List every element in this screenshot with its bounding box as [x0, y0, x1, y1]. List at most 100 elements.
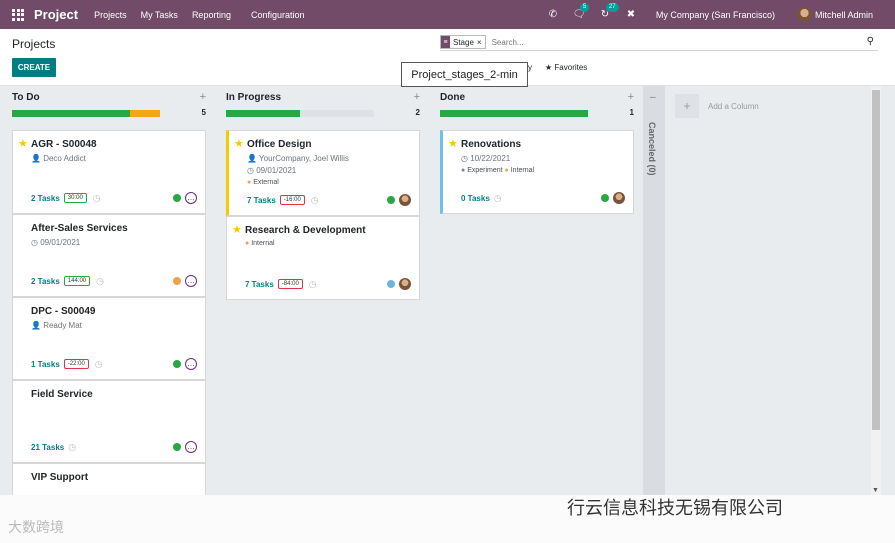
project-card[interactable]: After-Sales Services ◷ 09/01/2021 2 Task…: [12, 214, 206, 297]
top-navbar: Project Projects My Tasks Reporting Conf…: [0, 0, 895, 29]
tools-icon[interactable]: ✖: [624, 9, 638, 20]
search-input[interactable]: [491, 37, 792, 47]
status-dot[interactable]: [173, 277, 181, 285]
card-footer: 7 Tasks -16:00 ◷: [247, 194, 411, 206]
card-customer: 👤 YourCompany, Joel Willis: [247, 154, 349, 163]
user-avatar[interactable]: …: [185, 358, 197, 370]
vertical-scrollbar[interactable]: ▼: [871, 86, 881, 496]
add-column-label[interactable]: Add a Column: [708, 102, 759, 111]
group-by-icon: ≡: [441, 36, 450, 48]
clock-icon[interactable]: ◷: [95, 359, 103, 370]
user-avatar[interactable]: [399, 278, 411, 290]
status-dot[interactable]: [387, 196, 395, 204]
column-title[interactable]: To Do: [12, 92, 40, 103]
star-icon[interactable]: ★: [18, 137, 28, 150]
person-icon: 👤: [31, 154, 41, 163]
user-avatar[interactable]: …: [185, 192, 197, 204]
search-bar: ≡ Stage × ⚲: [440, 34, 878, 51]
clock-icon[interactable]: ◷: [309, 279, 317, 290]
systray: ✆ 🗨 5 ↻ 27 ✖ My Company (San Francisco) Mi…: [546, 0, 895, 29]
clock-icon[interactable]: ◷: [96, 276, 104, 287]
star-icon[interactable]: ★: [232, 223, 242, 236]
search-facet: ≡ Stage ×: [440, 35, 486, 49]
column-title[interactable]: Done: [440, 92, 465, 103]
card-customer: 👤 Deco Addict: [31, 154, 86, 163]
status-dot[interactable]: [173, 443, 181, 451]
status-dot[interactable]: [601, 194, 609, 202]
menu-reporting[interactable]: Reporting: [192, 10, 231, 20]
project-card[interactable]: ★ AGR - S00048 👤 Deco Addict 2 Tasks 30:…: [12, 130, 206, 214]
activity-icon[interactable]: ↻ 27: [598, 3, 619, 20]
chat-icon[interactable]: 🗨 5: [572, 3, 590, 20]
person-icon: 👤: [247, 154, 257, 163]
group-by-button[interactable]: y: [528, 63, 532, 72]
card-footer: 1 Tasks -22:00 ◷ …: [31, 358, 197, 370]
tasks-link[interactable]: 0 Tasks: [461, 194, 490, 203]
column-progress-bar[interactable]: [12, 110, 160, 117]
scroll-down-icon[interactable]: ▼: [872, 487, 879, 494]
favorites-button[interactable]: ★ Favorites: [545, 63, 587, 72]
plus-icon[interactable]: +: [675, 94, 699, 118]
tasks-link[interactable]: 21 Tasks: [31, 443, 64, 452]
create-button[interactable]: CREATE: [12, 58, 56, 77]
project-card[interactable]: ★ Renovations ◷ 10/22/2021 ● Experiment …: [440, 130, 634, 214]
add-column[interactable]: + Add a Column: [675, 94, 759, 118]
column-title[interactable]: In Progress: [226, 92, 281, 103]
menu-projects[interactable]: Projects: [94, 10, 127, 20]
column-progress-bar[interactable]: [440, 110, 588, 117]
star-icon[interactable]: ★: [234, 137, 244, 150]
menu-my-tasks[interactable]: My Tasks: [141, 10, 178, 20]
clock-icon[interactable]: ◷: [494, 193, 502, 204]
chat-badge: 5: [579, 3, 590, 12]
card-title: Renovations: [461, 139, 522, 150]
phone-icon[interactable]: ✆: [546, 9, 560, 20]
search-icon[interactable]: ⚲: [867, 36, 874, 47]
favorites-label: Favorites: [554, 63, 588, 72]
column-header: Done + 1: [440, 86, 634, 130]
user-avatar[interactable]: [399, 194, 411, 206]
tasks-link[interactable]: 2 Tasks: [31, 194, 60, 203]
facet-remove-icon[interactable]: ×: [477, 38, 485, 47]
project-card[interactable]: DPC - S00049 👤 Ready Mat 1 Tasks -22:00 …: [12, 297, 206, 380]
scroll-thumb[interactable]: [872, 90, 880, 430]
quick-create-plus-icon[interactable]: +: [628, 91, 634, 103]
project-card[interactable]: ★ Office Design 👤 YourCompany, Joel Will…: [226, 130, 420, 216]
status-dot[interactable]: [173, 360, 181, 368]
tasks-link[interactable]: 7 Tasks: [247, 196, 276, 205]
tasks-link[interactable]: 2 Tasks: [31, 277, 60, 286]
hours-badge: -84:00: [277, 279, 303, 289]
quick-create-plus-icon[interactable]: +: [414, 91, 420, 103]
fold-minus-icon[interactable]: –: [650, 92, 656, 103]
app-name[interactable]: Project: [34, 7, 78, 22]
column-header: To Do + 5: [12, 86, 206, 130]
status-dot[interactable]: [173, 194, 181, 202]
clock-icon[interactable]: ◷: [93, 193, 101, 204]
company-switcher[interactable]: My Company (San Francisco): [656, 10, 775, 20]
kanban-column-canceled-folded[interactable]: – Canceled (0): [643, 86, 665, 496]
column-count: 1: [629, 108, 634, 117]
user-menu[interactable]: Mitchell Admin: [815, 10, 873, 20]
project-card[interactable]: ★ Research & Development ● Internal 7 Ta…: [226, 216, 420, 300]
clock-icon[interactable]: ◷: [311, 195, 319, 206]
apps-grid-icon[interactable]: [12, 8, 26, 22]
user-avatar[interactable]: …: [185, 275, 197, 287]
quick-create-plus-icon[interactable]: +: [200, 91, 206, 103]
tasks-link[interactable]: 1 Tasks: [31, 360, 60, 369]
card-tags: ● Experiment ● Internal: [461, 167, 535, 174]
menu-configuration[interactable]: Configuration: [251, 10, 305, 20]
status-dot[interactable]: [387, 280, 395, 288]
user-avatar[interactable]: [796, 7, 812, 22]
clock-icon[interactable]: ◷: [68, 442, 76, 453]
person-icon: 👤: [31, 321, 41, 330]
user-avatar[interactable]: [613, 192, 625, 204]
card-title: VIP Support: [31, 472, 89, 483]
column-count: 2: [415, 108, 420, 117]
activity-badge: 27: [605, 3, 619, 12]
user-avatar[interactable]: …: [185, 441, 197, 453]
tasks-link[interactable]: 7 Tasks: [245, 280, 274, 289]
image-tooltip: Project_stages_2-min: [401, 62, 528, 87]
project-card[interactable]: Field Service 21 Tasks ◷ …: [12, 380, 206, 463]
column-progress-bar[interactable]: [226, 110, 374, 117]
star-icon[interactable]: ★: [448, 137, 458, 150]
card-tags: ● External: [247, 179, 279, 186]
